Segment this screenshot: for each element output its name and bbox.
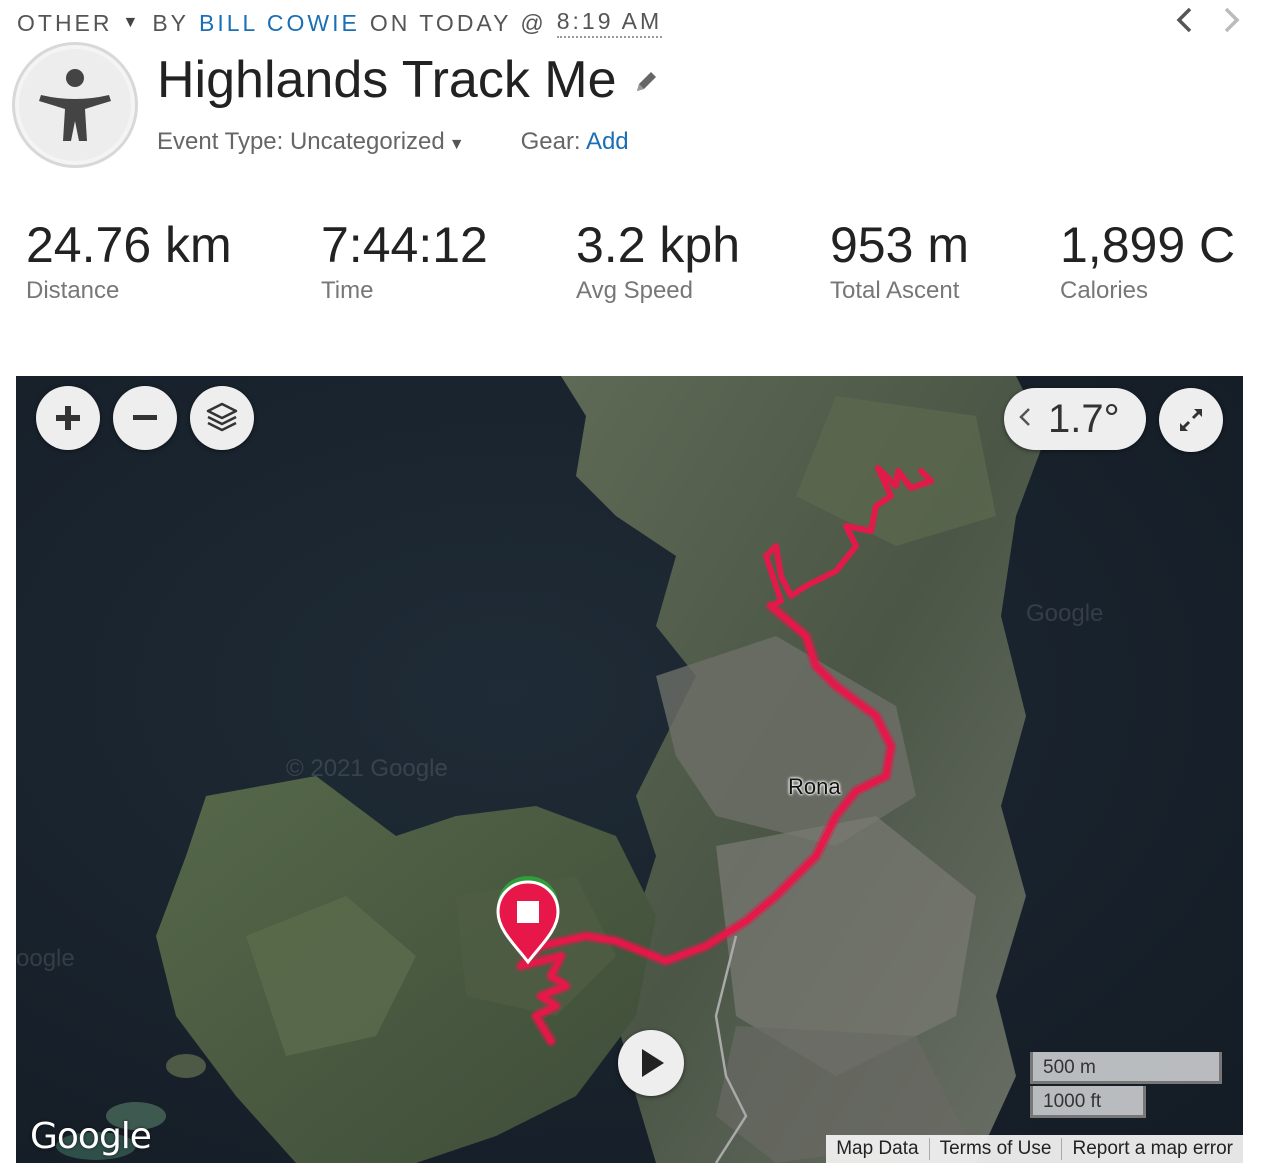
stat-value: 7:44:12 [321, 217, 488, 273]
report-map-error-link[interactable]: Report a map error [1061, 1138, 1243, 1160]
fullscreen-button[interactable] [1159, 388, 1223, 452]
map-scale: 500 m 1000 ft [1030, 1052, 1222, 1118]
next-activity-icon[interactable] [1222, 6, 1242, 42]
stat-label: Distance [26, 277, 120, 304]
stat-value: 3.2 kph [576, 217, 741, 273]
title-row: Highlands Track Me [157, 50, 659, 110]
edit-pencil-icon[interactable] [633, 69, 659, 100]
person-icon [19, 49, 131, 161]
stat-calories: 1,899 C Calories [1060, 217, 1235, 305]
svg-text:oogle: oogle [16, 945, 75, 972]
zoom-out-icon [133, 415, 157, 420]
on-label: ON TODAY @ [369, 9, 547, 36]
stat-distance: 24.76 km Distance [26, 217, 232, 305]
chevron-left-icon[interactable] [1018, 404, 1032, 435]
athlete-link[interactable]: BILL COWIE [199, 10, 360, 37]
scale-metric: 500 m [1030, 1052, 1222, 1084]
end-marker-icon[interactable] [496, 876, 560, 966]
stat-label: Time [321, 277, 374, 304]
map-data-link[interactable]: Map Data [826, 1138, 928, 1160]
map-place-label: Rona [788, 774, 841, 799]
layers-button[interactable] [190, 386, 254, 450]
play-icon [642, 1049, 664, 1077]
play-button[interactable] [618, 1030, 684, 1096]
activity-time[interactable]: 8:19 AM [556, 8, 663, 38]
stats-summary: 24.76 km Distance 7:44:12 Time 3.2 kph A… [0, 217, 1280, 317]
add-gear-link[interactable]: Add [586, 128, 629, 155]
stat-time: 7:44:12 Time [321, 217, 488, 305]
zoom-out-button[interactable] [113, 386, 177, 450]
activity-nav [1174, 6, 1242, 42]
by-label: BY [152, 9, 190, 36]
stat-label: Total Ascent [830, 277, 960, 304]
page-title: Highlands Track Me [157, 51, 617, 109]
fullscreen-icon [1179, 408, 1203, 432]
rotation-value: 1.7° [1048, 396, 1120, 441]
svg-text:Google: Google [1026, 600, 1103, 627]
gear-label: Gear: [520, 128, 581, 155]
activity-avatar [12, 42, 138, 168]
stat-value: 953 m [830, 217, 969, 273]
chevron-down-icon: ▼ [448, 136, 465, 153]
activity-type-dropdown[interactable]: OTHER [17, 10, 113, 37]
gear-section: Gear: Add [521, 128, 629, 156]
event-type-dropdown[interactable]: Event Type: Uncategorized ▼ [157, 128, 465, 156]
terms-of-use-link[interactable]: Terms of Use [928, 1138, 1062, 1160]
stat-value: 24.76 km [26, 217, 232, 273]
svg-text:© 2021 Google: © 2021 Google [286, 755, 448, 782]
google-logo: Google [30, 1116, 152, 1157]
stat-avg-speed: 3.2 kph Avg Speed [576, 217, 740, 305]
previous-activity-icon[interactable] [1174, 6, 1194, 42]
map-attribution: Map Data Terms of Use Report a map error [826, 1135, 1243, 1163]
layers-icon [206, 402, 238, 432]
stat-value: 1,899 C [1060, 217, 1236, 273]
zoom-in-icon [56, 406, 80, 430]
activity-meta-row: OTHER ▼ BY BILL COWIE ON TODAY @ 8:19 AM [17, 8, 663, 38]
stat-label: Avg Speed [576, 277, 693, 304]
map-rotation-control[interactable]: 1.7° [1004, 388, 1146, 450]
event-type-label: Event Type: Uncategorized [157, 128, 445, 155]
scale-imperial: 1000 ft [1030, 1086, 1146, 1118]
activity-map[interactable]: © 2021 Google Google oogle 1.7° Rona 500… [16, 376, 1243, 1163]
zoom-in-button[interactable] [36, 386, 100, 450]
stat-label: Calories [1060, 277, 1149, 304]
chevron-down-icon[interactable]: ▼ [123, 14, 139, 32]
activity-sub-row: Event Type: Uncategorized ▼ Gear: Add [157, 128, 629, 156]
stat-total-ascent: 953 m Total Ascent [830, 217, 969, 305]
